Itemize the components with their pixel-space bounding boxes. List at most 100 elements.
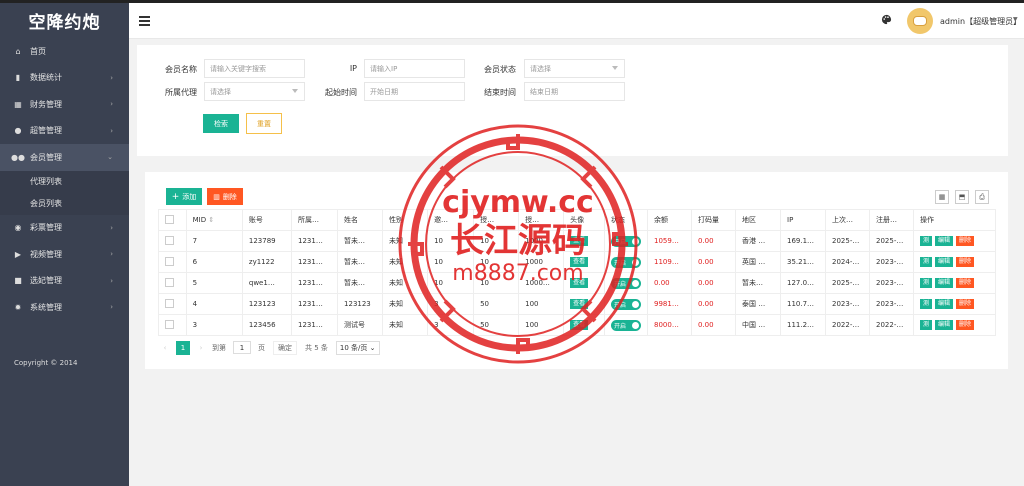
cell-mid: 5 [186, 272, 243, 294]
column-header: 性别 [382, 209, 429, 231]
sidebar-subitem-agents[interactable]: 代理列表 [0, 170, 129, 193]
sidebar-item-concubine[interactable]: ■ 选妃管理 › [0, 268, 129, 295]
sidebar-item-label: 彩票管理 [30, 223, 62, 233]
home-icon: ⌂ [15, 46, 21, 56]
cell-auth-b: 1000 [518, 230, 565, 252]
start-date-input[interactable]: 开始日期 [364, 82, 465, 101]
cell-name: 123123 [337, 293, 384, 315]
row-checkbox[interactable] [158, 293, 187, 315]
test-button[interactable]: 测 [919, 257, 932, 267]
export-icon[interactable]: ⬒ [955, 190, 969, 204]
view-avatar-button[interactable]: 查看 [570, 278, 589, 288]
test-button[interactable]: 测 [919, 320, 932, 330]
palette-icon[interactable] [881, 14, 892, 25]
avatar[interactable] [907, 8, 933, 34]
camera-icon: ■ [14, 276, 22, 286]
cell-register: 2023-… [869, 272, 914, 294]
sidebar-item-members[interactable]: ●● 会员管理 ⌄ [0, 144, 129, 171]
bulk-delete-button[interactable]: ▥ 删除 [207, 188, 243, 205]
chevron-right-icon: › [110, 303, 113, 312]
edit-button[interactable]: 编辑 [935, 278, 954, 288]
columns-filter-icon[interactable]: ▦ [935, 190, 949, 204]
view-avatar-button[interactable]: 查看 [570, 236, 589, 246]
next-page-icon[interactable]: › [194, 344, 208, 352]
table-row: 4 123123 1231… 123123 未知 3 50 100 查看 开启 … [158, 293, 997, 315]
delete-button[interactable]: 删除 [956, 320, 975, 330]
status-toggle[interactable]: 开启 [611, 277, 642, 289]
test-button[interactable]: 测 [919, 236, 932, 246]
end-date-input[interactable]: 结束日期 [524, 82, 625, 101]
edit-button[interactable]: 编辑 [935, 320, 954, 330]
row-checkbox[interactable] [158, 272, 187, 294]
edit-button[interactable]: 编辑 [935, 236, 954, 246]
sidebar-item-superadmin[interactable]: ● 超管管理 › [0, 118, 129, 145]
sidebar-item-lottery[interactable]: ◉ 彩票管理 › [0, 215, 129, 242]
sidebar-item-statistics[interactable]: ▮ 数据统计 › [0, 65, 129, 92]
add-button[interactable]: + 添加 [166, 188, 202, 205]
goto-confirm-button[interactable]: 确定 [273, 340, 297, 355]
test-button[interactable]: 测 [919, 299, 932, 309]
ip-input[interactable]: 请输入IP [364, 59, 465, 78]
test-button[interactable]: 测 [919, 278, 932, 288]
goto-page-input[interactable]: 1 [233, 341, 251, 354]
sidebar-item-finance[interactable]: ▦ 财务管理 › [0, 91, 129, 118]
cell-auth-b: 1000… [518, 272, 565, 294]
select-all-checkbox[interactable] [158, 209, 187, 231]
row-checkbox[interactable] [158, 251, 187, 273]
edit-button[interactable]: 编辑 [935, 257, 954, 267]
cell-region: 香港 … [735, 230, 782, 252]
user-name[interactable]: admin【超级管理员】 [940, 16, 1021, 27]
cell-bet: 0.00 [691, 230, 736, 252]
row-checkbox[interactable] [158, 230, 187, 252]
gear-icon: ✹ [14, 302, 22, 312]
prev-page-icon[interactable]: ‹ [158, 344, 172, 352]
agent-select[interactable]: 请选择 [204, 82, 305, 101]
current-page[interactable]: 1 [176, 340, 190, 355]
column-header[interactable]: MID ⇕ [186, 209, 243, 231]
cell-last-login: 2025-… [825, 230, 870, 252]
status-toggle[interactable]: 开启 [611, 256, 642, 268]
cell-name: 暂未… [337, 251, 384, 273]
cell-mid: 3 [186, 314, 243, 336]
sidebar-item-label: 财务管理 [30, 99, 62, 109]
sidebar-item-label: 会员管理 [30, 152, 62, 162]
status-toggle[interactable]: 开启 [611, 319, 642, 331]
users-icon: ●● [11, 152, 25, 162]
page-unit: 页 [258, 343, 265, 352]
sort-icon[interactable]: ⇕ [208, 216, 214, 224]
member-name-input[interactable]: 请输入关键字搜索 [204, 59, 305, 78]
search-button[interactable]: 检索 [203, 114, 239, 133]
reset-button[interactable]: 重置 [246, 113, 282, 134]
delete-button[interactable]: 删除 [956, 299, 975, 309]
cell-bet: 0.00 [691, 251, 736, 273]
delete-button[interactable]: 删除 [956, 236, 975, 246]
edit-button[interactable]: 编辑 [935, 299, 954, 309]
view-avatar-button[interactable]: 查看 [570, 320, 589, 330]
print-icon[interactable]: ⎙ [975, 190, 989, 204]
delete-button[interactable]: 删除 [956, 278, 975, 288]
sidebar-item-home[interactable]: ⌂ 首页 [0, 38, 129, 65]
sidebar-item-system[interactable]: ✹ 系统管理 › [0, 294, 129, 321]
cell-name: 测试号 [337, 314, 384, 336]
view-avatar-button[interactable]: 查看 [570, 257, 589, 267]
page-size-select[interactable]: 10 条/页 ⌄ [335, 340, 380, 355]
sidebar-subitem-member-list[interactable]: 会员列表 [0, 192, 129, 215]
row-checkbox[interactable] [158, 314, 187, 336]
delete-label: 删除 [222, 192, 237, 201]
status-toggle[interactable]: 开启 [611, 298, 642, 310]
sidebar-item-video[interactable]: ▶ 视频管理 › [0, 241, 129, 268]
cell-status: 开启 [604, 293, 649, 315]
delete-button[interactable]: 删除 [956, 257, 975, 267]
member-status-select[interactable]: 请选择 [524, 59, 625, 78]
status-toggle[interactable]: 开启 [611, 235, 642, 247]
cell-last-login: 2024-… [825, 251, 870, 273]
caret-down-icon[interactable]: ▼ [1013, 16, 1018, 23]
column-header: IP [780, 209, 827, 231]
brand-logo[interactable]: 空降约炮 [0, 3, 129, 38]
cell-register: 2025-… [869, 230, 914, 252]
table-row: 7 123789 1231… 暂未… 未知 10 10 1000 查看 开启 1… [158, 230, 997, 252]
cell-balance: 1109… [647, 251, 692, 273]
view-avatar-button[interactable]: 查看 [570, 299, 589, 309]
menu-toggle-icon[interactable] [139, 16, 150, 26]
cell-ip: 110.7… [780, 293, 827, 315]
